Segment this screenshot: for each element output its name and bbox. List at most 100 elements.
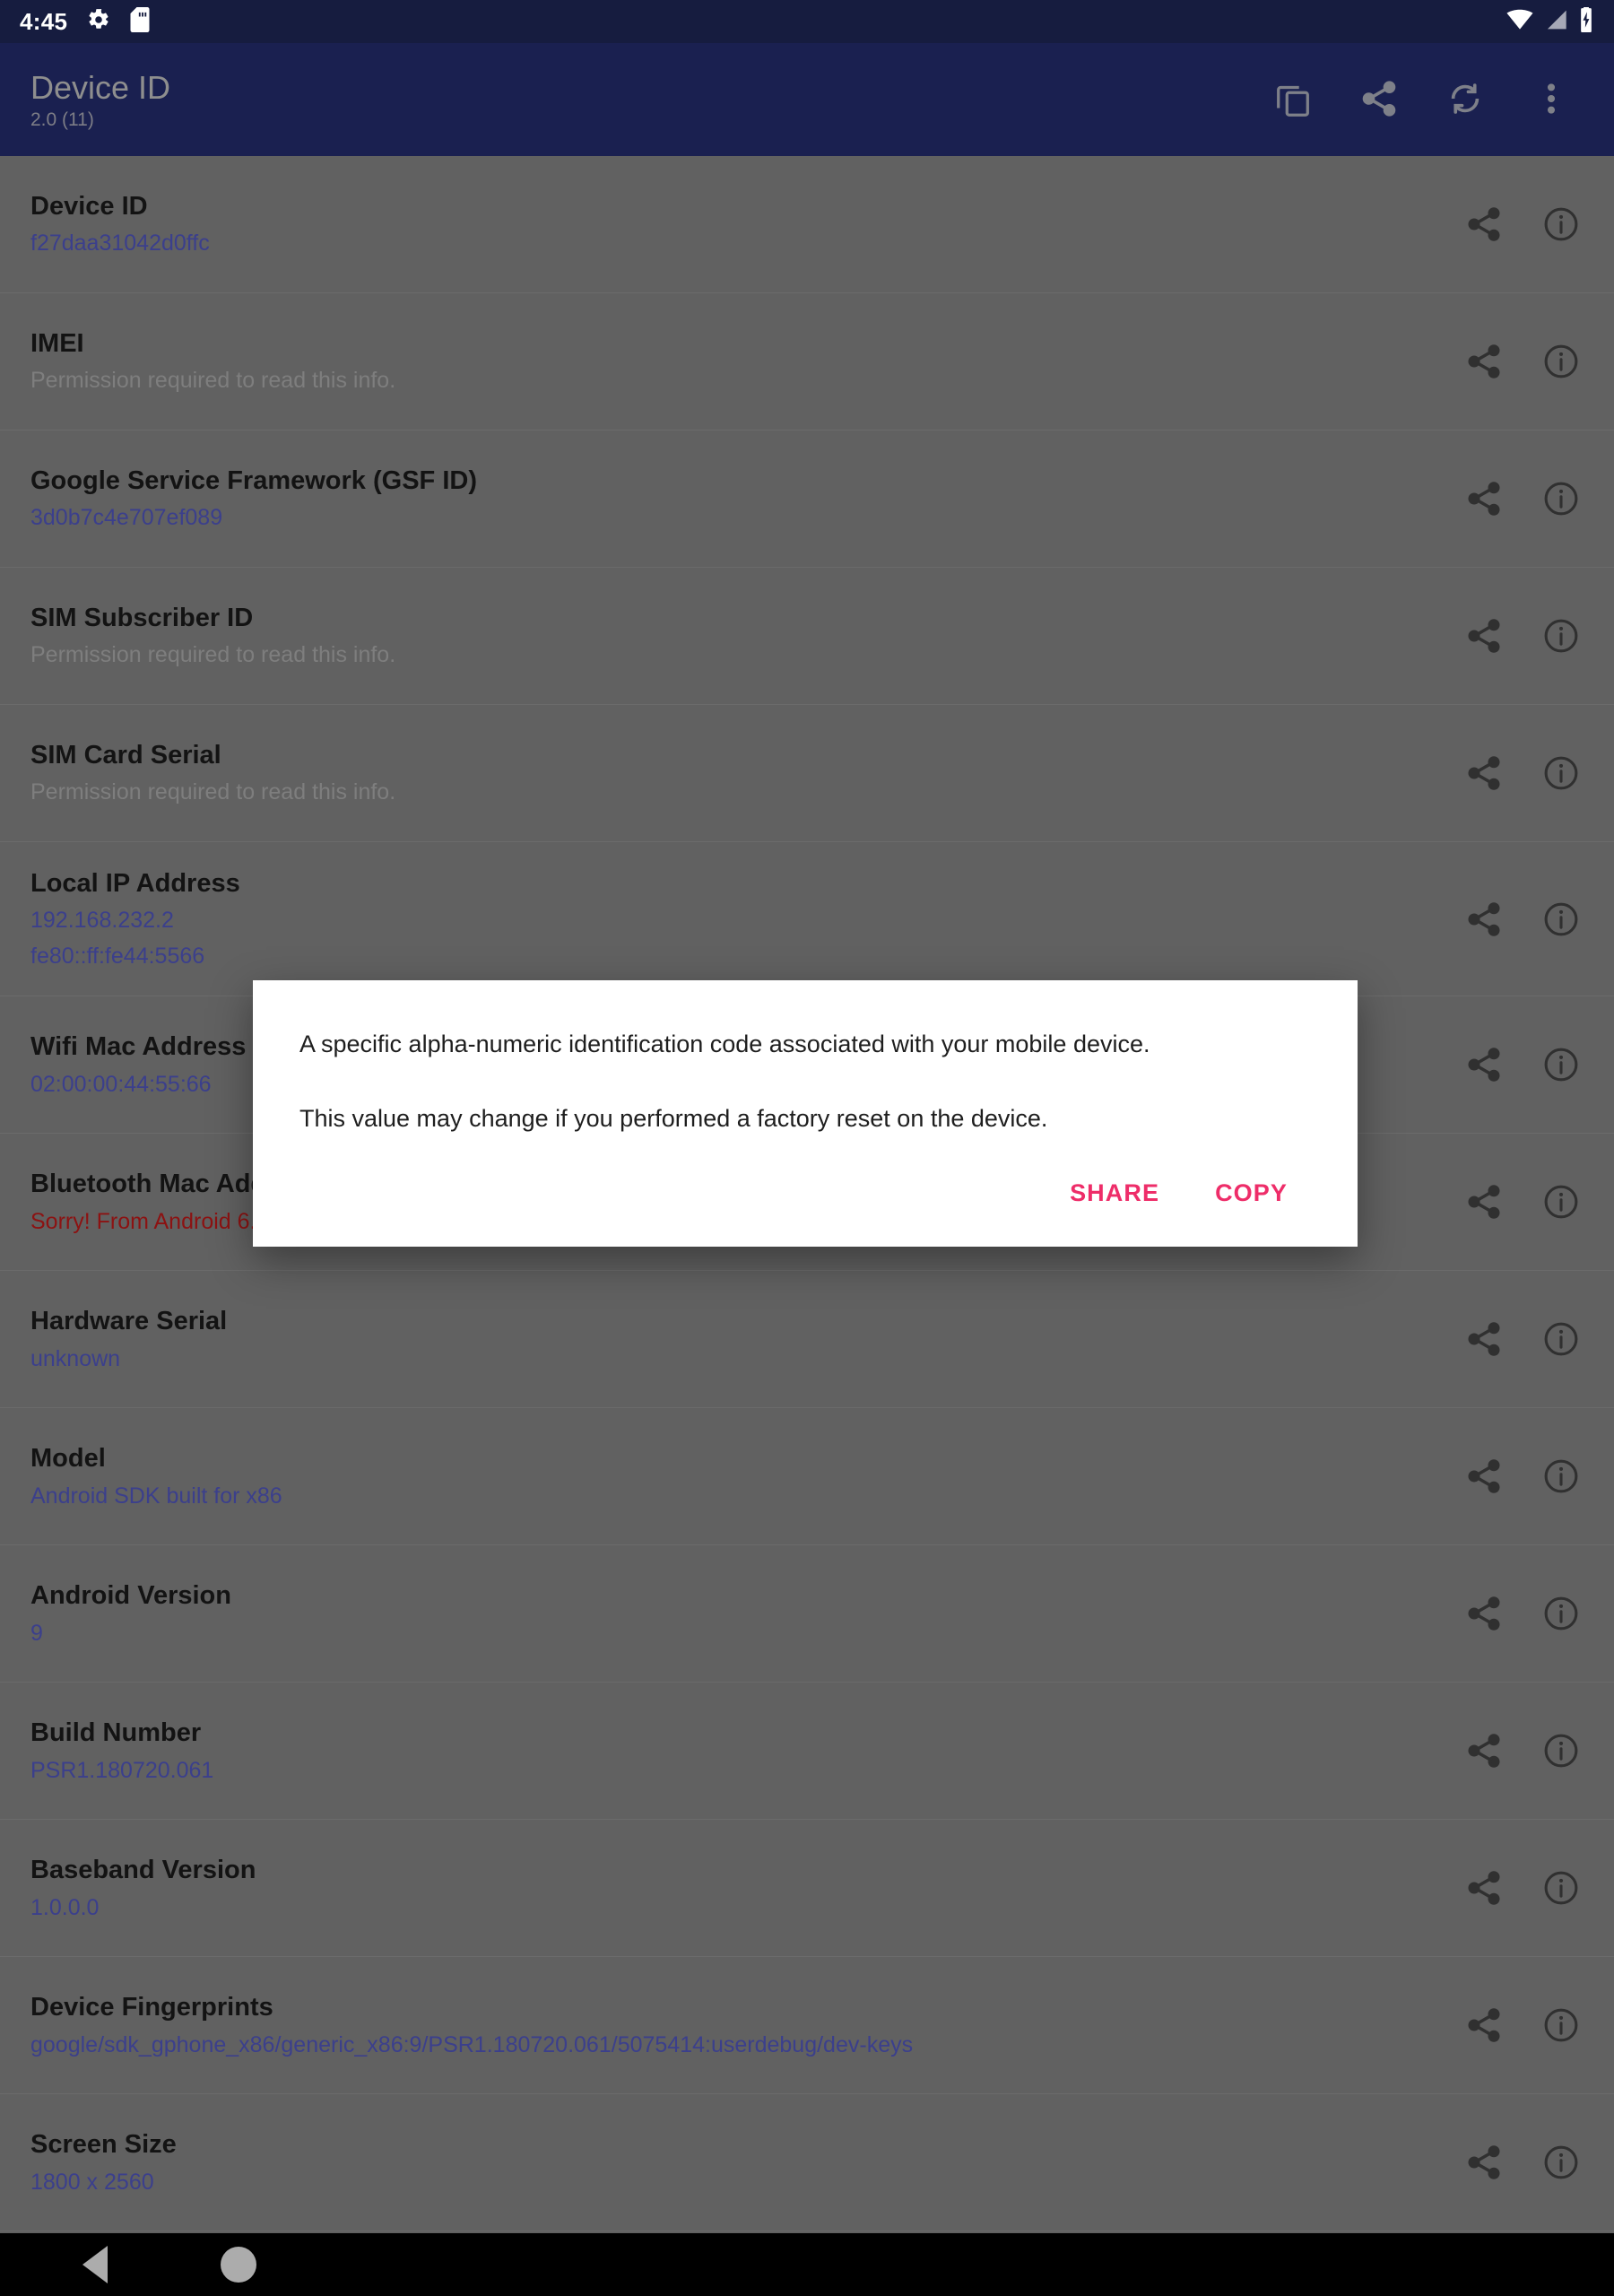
phone-screen: 4:45 Device ID 2.0 (11) Device ID f27daa… [0,0,1614,2296]
share-icon[interactable] [1458,1450,1510,1502]
status-clock: 4:45 [20,8,68,35]
signal-icon [1544,9,1567,35]
row-text: Android Version 9 [30,1554,1436,1673]
share-icon[interactable] [1458,473,1510,525]
table-row[interactable]: SIM Card Serial Permission required to r… [0,705,1614,842]
row-text: Baseband Version 1.0.0.0 [30,1829,1436,1947]
row-text: Model Android SDK built for x86 [30,1417,1436,1535]
table-row[interactable]: Device Fingerprints google/sdk_gphone_x8… [0,1957,1614,2095]
row-actions [1436,1725,1587,1777]
info-dialog: A specific alpha-numeric identification … [253,980,1358,1248]
info-icon[interactable] [1535,335,1587,387]
row-actions [1436,335,1587,387]
row-label: Screen Size [30,2130,177,2160]
row-label: Build Number [30,1718,202,1748]
row-text: Hardware Serial unknown [30,1280,1436,1398]
info-icon[interactable] [1535,2136,1587,2188]
info-icon[interactable] [1535,1862,1587,1914]
home-circle-icon [221,2247,256,2283]
app-version-label: 2.0 (11) [30,109,94,131]
status-bar-right [1506,6,1594,37]
row-actions [1436,1999,1587,2051]
row-text: SIM Card Serial Permission required to r… [30,714,1436,832]
nav-home-button[interactable] [221,2247,256,2283]
row-value-secondary: fe80::ff:fe44:5566 [30,943,205,969]
share-icon[interactable] [1458,747,1510,799]
row-label: Device ID [30,192,148,222]
table-row[interactable]: Hardware Serial unknown [0,1271,1614,1409]
sd-card-icon [130,6,150,37]
table-row[interactable]: Android Version 9 [0,1545,1614,1683]
row-label: Hardware Serial [30,1307,228,1336]
share-icon[interactable] [1458,893,1510,945]
info-icon[interactable] [1535,893,1587,945]
share-icon[interactable] [1458,1039,1510,1091]
dialog-copy-button[interactable]: COPY [1192,1167,1311,1220]
info-icon[interactable] [1535,1039,1587,1091]
info-icon[interactable] [1535,1313,1587,1365]
row-value: f27daa31042d0ffc [30,230,210,257]
info-icon[interactable] [1535,1725,1587,1777]
system-navigation-bar [0,2233,1614,2296]
table-row[interactable]: Model Android SDK built for x86 [0,1408,1614,1546]
nav-back-button[interactable] [82,2246,108,2283]
row-value: 9 [30,1620,43,1646]
page-title: Device ID [30,68,171,106]
gear-icon [87,8,110,36]
table-row[interactable]: Baseband Version 1.0.0.0 [0,1820,1614,1958]
table-row[interactable]: Google Service Framework (GSF ID) 3d0b7c… [0,430,1614,568]
share-icon[interactable] [1458,1725,1510,1777]
row-label: IMEI [30,329,84,359]
row-text: Device ID f27daa31042d0ffc [30,165,1436,283]
share-icon[interactable] [1458,1862,1510,1914]
row-label: Baseband Version [30,1856,256,1885]
share-icon[interactable] [1458,198,1510,250]
share-icon[interactable] [1458,2136,1510,2188]
info-icon[interactable] [1535,610,1587,662]
share-icon[interactable] [1458,1587,1510,1639]
table-row[interactable]: Device ID f27daa31042d0ffc [0,156,1614,293]
share-icon[interactable] [1458,610,1510,662]
copy-all-button[interactable] [1250,57,1336,143]
row-actions [1436,473,1587,525]
row-value: 3d0b7c4e707ef089 [30,505,223,531]
row-text: Google Service Framework (GSF ID) 3d0b7c… [30,439,1436,558]
app-bar-actions [1250,57,1594,143]
row-label: SIM Subscriber ID [30,604,254,633]
app-bar: Device ID 2.0 (11) [0,43,1614,156]
share-icon[interactable] [1458,335,1510,387]
info-icon[interactable] [1535,747,1587,799]
row-value: google/sdk_gphone_x86/generic_x86:9/PSR1… [30,2031,914,2057]
row-text: IMEI Permission required to read this in… [30,302,1436,421]
overflow-menu-button[interactable] [1508,57,1594,143]
row-actions [1436,1862,1587,1914]
row-value: PSR1.180720.061 [30,1757,214,1783]
info-icon[interactable] [1535,198,1587,250]
back-triangle-icon [82,2246,108,2283]
info-icon[interactable] [1535,1587,1587,1639]
table-row[interactable]: IMEI Permission required to read this in… [0,293,1614,430]
row-actions [1436,893,1587,945]
share-icon[interactable] [1458,1313,1510,1365]
share-icon [1358,78,1400,122]
table-row[interactable]: Build Number PSR1.180720.061 [0,1683,1614,1821]
table-row[interactable]: Screen Size 1800 x 2560 [0,2094,1614,2232]
info-icon[interactable] [1535,473,1587,525]
refresh-button[interactable] [1422,57,1508,143]
share-icon[interactable] [1458,1999,1510,2051]
info-icon[interactable] [1535,1176,1587,1228]
row-actions [1436,1176,1587,1228]
row-value: unknown [30,1345,121,1371]
table-row[interactable]: Local IP Address 192.168.232.2 fe80::ff:… [0,842,1614,997]
dialog-share-button[interactable]: SHARE [1046,1167,1183,1220]
share-icon[interactable] [1458,1176,1510,1228]
row-text: Screen Size 1800 x 2560 [30,2103,1436,2222]
row-actions [1436,198,1587,250]
table-row[interactable]: SIM Subscriber ID Permission required to… [0,568,1614,705]
row-text: Build Number PSR1.180720.061 [30,1692,1436,1810]
share-all-button[interactable] [1336,57,1422,143]
row-text: SIM Subscriber ID Permission required to… [30,577,1436,695]
info-icon[interactable] [1535,1450,1587,1502]
more-vertical-icon [1531,78,1572,122]
info-icon[interactable] [1535,1999,1587,2051]
